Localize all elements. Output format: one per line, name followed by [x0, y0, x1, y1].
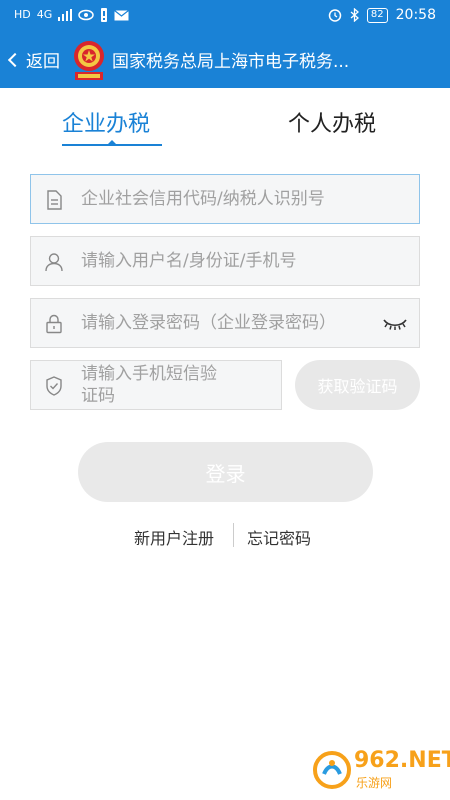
sms-code-field[interactable]: 请输入手机短信验证码 — [30, 360, 282, 410]
password-field[interactable]: 请输入登录密码（企业登录密码） — [30, 298, 420, 348]
eye-status-icon — [78, 9, 95, 21]
get-sms-code-button[interactable]: 获取验证码 — [295, 360, 420, 410]
status-bar: HD 4G 82 20:58 — [0, 0, 450, 32]
status-right: 82 20:58 — [328, 7, 436, 23]
lock-icon — [46, 314, 62, 334]
signal-icon — [58, 9, 73, 21]
watermark: 962.NET 乐游网 — [312, 748, 450, 792]
eye-closed-icon[interactable] — [381, 315, 409, 333]
tab-indicator — [62, 144, 162, 146]
watermark-brand: 962.NET — [354, 748, 450, 773]
auth-links: 新用户注册 忘记密码 — [0, 522, 450, 548]
watermark-subtitle: 乐游网 — [356, 776, 393, 790]
mail-icon — [114, 9, 130, 20]
back-label: 返回 — [26, 52, 60, 72]
document-icon — [47, 190, 62, 210]
sms-code-placeholder: 请输入手机短信验证码 — [81, 364, 217, 406]
back-button[interactable]: 返回 — [7, 47, 60, 72]
tab-personal[interactable]: 个人办税 — [288, 106, 376, 138]
username-placeholder: 请输入用户名/身份证/手机号 — [81, 251, 297, 271]
taxpayer-id-field[interactable]: 企业社会信用代码/纳税人识别号 — [30, 174, 420, 224]
network-indicator: 4G — [36, 8, 53, 21]
shield-check-icon — [46, 376, 62, 396]
chevron-left-icon — [7, 52, 23, 68]
status-time: 20:58 — [395, 7, 436, 23]
password-placeholder: 请输入登录密码（企业登录密码） — [81, 313, 336, 333]
taxpayer-id-placeholder: 企业社会信用代码/纳税人识别号 — [81, 189, 325, 209]
carrier-indicator: HD — [14, 8, 31, 21]
link-divider — [233, 523, 234, 547]
page-title: 国家税务总局上海市电子税务... — [112, 52, 350, 72]
alarm-icon — [328, 9, 342, 22]
nav-bar: 返回 国家税务总局上海市电子税务... — [0, 32, 450, 88]
watermark-logo-icon — [313, 751, 351, 789]
username-field[interactable]: 请输入用户名/身份证/手机号 — [30, 236, 420, 286]
alert-icon — [101, 8, 108, 22]
user-icon — [45, 253, 63, 272]
tax-emblem-icon — [74, 41, 104, 80]
tab-enterprise[interactable]: 企业办税 — [62, 106, 150, 138]
status-left: HD 4G — [14, 8, 130, 22]
register-link[interactable]: 新用户注册 — [134, 525, 214, 549]
bluetooth-icon — [350, 8, 359, 22]
forgot-password-link[interactable]: 忘记密码 — [247, 525, 311, 549]
battery-level: 82 — [366, 7, 388, 23]
login-button[interactable]: 登录 — [78, 442, 373, 502]
